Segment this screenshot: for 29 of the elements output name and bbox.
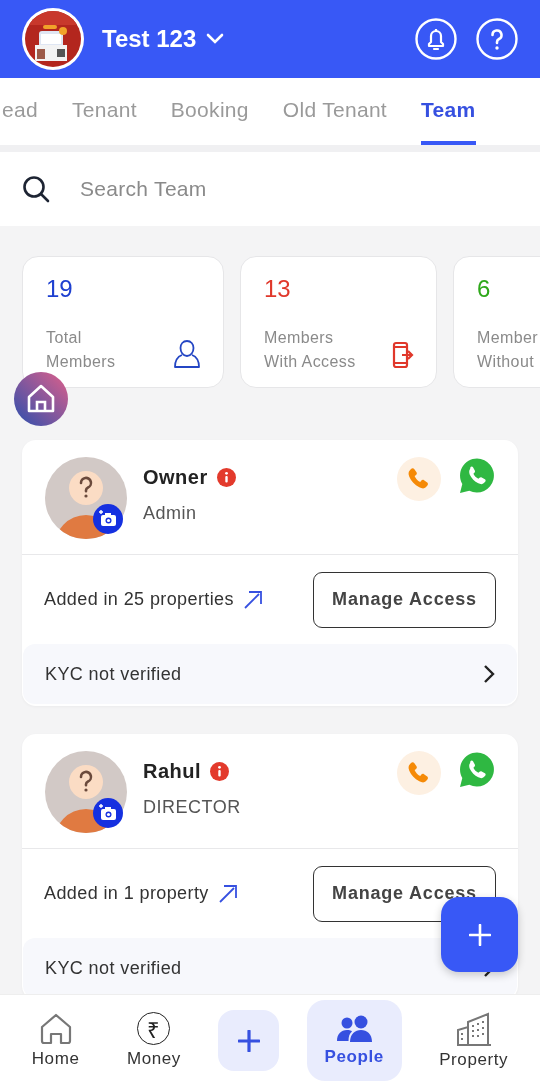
nav-tab[interactable]: People — [306, 1000, 402, 1081]
kyc-status[interactable]: KYC not verified — [45, 957, 182, 979]
stat-card[interactable]: 13 Members With Access — [240, 256, 437, 388]
stat-label: Members — [46, 353, 116, 371]
tab[interactable]: Team — [421, 78, 476, 145]
stat-label: Without — [477, 353, 536, 371]
stat-label: Members — [264, 329, 335, 347]
properties-count: Added in 25 properties — [44, 589, 234, 610]
member-name: Rahul — [143, 760, 202, 783]
member-name: Owner — [143, 466, 208, 489]
manage-access-button[interactable]: Manage Access — [313, 571, 496, 628]
properties-count: Added in 1 property — [44, 883, 209, 904]
search-bar[interactable]: Search Team — [0, 152, 540, 226]
stat-label: With Access — [264, 353, 356, 371]
stat-value: 6 — [477, 275, 492, 303]
nav-tab[interactable]: ₹ Money — [116, 1000, 191, 1081]
nav-tab[interactable]: Home — [21, 1000, 90, 1081]
member-role: Admin — [143, 503, 198, 524]
nav-tab[interactable]: Property — [429, 1000, 519, 1081]
member-role: DIRECTOR — [143, 797, 242, 818]
stat-card[interactable]: 6 Member Without — [453, 256, 540, 388]
search-field[interactable]: Search Team — [78, 176, 518, 202]
kyc-status[interactable]: KYC not verified — [45, 663, 182, 685]
stat-value: 19 — [46, 275, 74, 303]
stat-label: Member — [477, 329, 539, 347]
stat-card[interactable]: 19 Total Members — [22, 256, 224, 388]
stat-label: Total — [46, 329, 83, 347]
account-title[interactable]: Test 123 — [102, 25, 197, 53]
stat-value: 13 — [264, 275, 292, 303]
